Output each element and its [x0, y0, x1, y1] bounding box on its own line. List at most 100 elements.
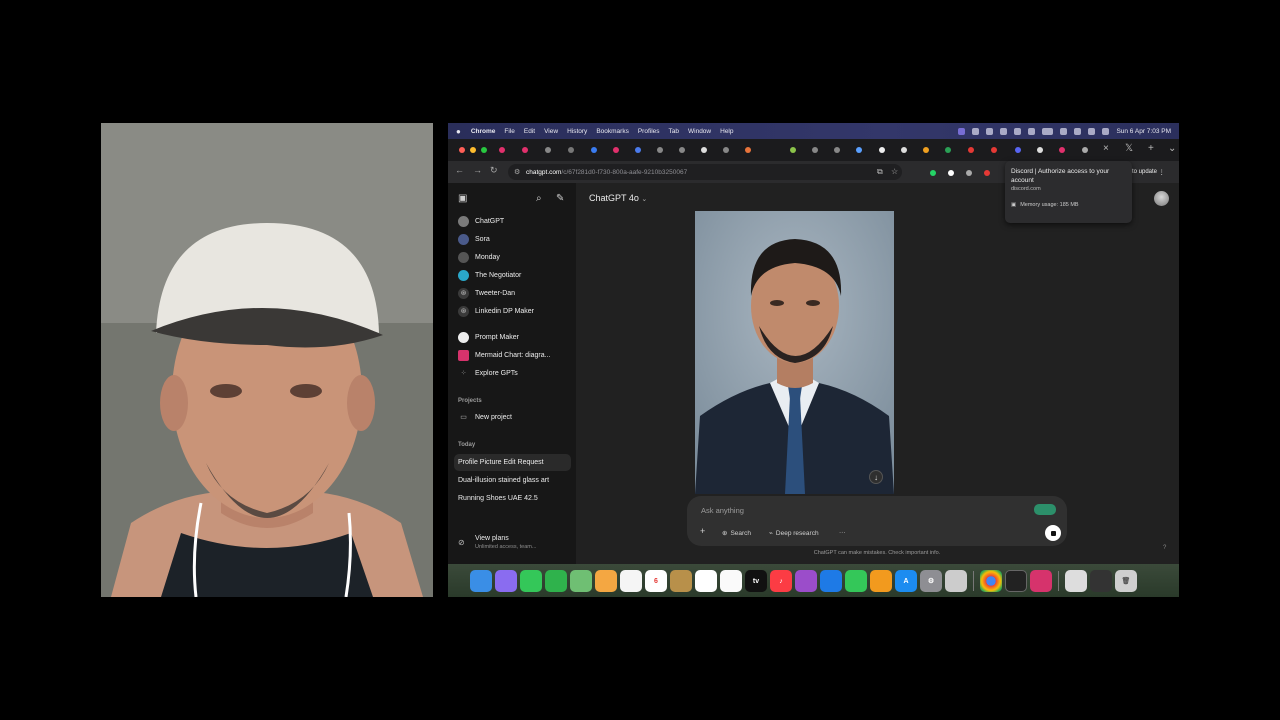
- tab-x-icon[interactable]: 𝕏: [1125, 143, 1133, 154]
- search-icon[interactable]: [1074, 127, 1082, 135]
- music-icon[interactable]: ♪: [770, 570, 792, 592]
- minimize-window-icon[interactable]: [470, 147, 476, 153]
- tab-favicon[interactable]: [568, 147, 574, 153]
- settings-icon[interactable]: ⚙: [920, 570, 942, 592]
- calendar-icon[interactable]: 6: [645, 570, 667, 592]
- app-icon[interactable]: [1030, 570, 1052, 592]
- recent-window-thumbnail[interactable]: [1090, 570, 1112, 592]
- tab-favicon-instagram[interactable]: [499, 147, 505, 153]
- sidebar-item-explore-gpts[interactable]: ⁘ Explore GPTs: [458, 365, 570, 381]
- menu-view[interactable]: View: [544, 128, 558, 135]
- apple-tv-icon[interactable]: tv: [745, 570, 767, 592]
- extension-icon[interactable]: [984, 170, 990, 176]
- menu-profiles[interactable]: Profiles: [638, 128, 660, 135]
- clock-text[interactable]: Sun 6 Apr 7:03 PM: [1116, 128, 1171, 135]
- menu-window[interactable]: Window: [688, 128, 711, 135]
- messages-icon[interactable]: [520, 570, 542, 592]
- sidebar-item-mermaid[interactable]: Mermaid Chart: diagra...: [458, 347, 570, 363]
- attach-button[interactable]: +: [700, 526, 705, 536]
- window-icon[interactable]: [1000, 127, 1008, 135]
- menu-tab[interactable]: Tab: [669, 128, 679, 135]
- menu-file[interactable]: File: [504, 128, 514, 135]
- tab-favicon[interactable]: [879, 147, 885, 153]
- view-plans-button[interactable]: ⊘ View plans Unlimited access, team...: [458, 535, 536, 550]
- deep-research-button[interactable]: ⌁ Deep research: [769, 529, 819, 538]
- tab-favicon-instagram[interactable]: [613, 147, 619, 153]
- tab-favicon[interactable]: [745, 147, 751, 153]
- trash-icon[interactable]: 🗑: [1115, 570, 1137, 592]
- battery-icon[interactable]: [1042, 127, 1054, 135]
- tab-favicon[interactable]: [591, 147, 597, 153]
- menu-bookmarks[interactable]: Bookmarks: [596, 128, 629, 135]
- menu-help[interactable]: Help: [720, 128, 733, 135]
- keynote-icon[interactable]: [820, 570, 842, 592]
- app-store-icon[interactable]: A: [895, 570, 917, 592]
- chrome-icon[interactable]: [980, 570, 1002, 592]
- close-window-icon[interactable]: [459, 147, 465, 153]
- chat-item[interactable]: Dual-illusion stained glass art: [454, 472, 571, 489]
- menu-chrome[interactable]: Chrome: [471, 128, 496, 135]
- sidebar-item-linkedin-dp[interactable]: ⊛ Linkedin DP Maker: [458, 303, 570, 319]
- freeform-icon[interactable]: [720, 570, 742, 592]
- tab-favicon[interactable]: [790, 147, 796, 153]
- podcasts-icon[interactable]: [795, 570, 817, 592]
- numbers-icon[interactable]: [845, 570, 867, 592]
- back-icon[interactable]: ←: [455, 165, 464, 175]
- search-chats-icon[interactable]: ⌕: [536, 193, 542, 204]
- cloud-icon[interactable]: [972, 127, 980, 135]
- apple-icon[interactable]: ●: [456, 127, 461, 136]
- extension-icon[interactable]: [948, 170, 954, 176]
- scroll-down-button[interactable]: ↓: [869, 470, 883, 484]
- help-button[interactable]: ?: [1163, 545, 1166, 551]
- extension-icon[interactable]: [966, 170, 972, 176]
- tab-favicon[interactable]: [834, 147, 840, 153]
- more-tools-button[interactable]: ···: [839, 529, 846, 536]
- tab-favicon[interactable]: [945, 147, 951, 153]
- flame-icon[interactable]: [1014, 127, 1022, 135]
- tab-favicon[interactable]: [923, 147, 929, 153]
- tab-favicon-discord[interactable]: [1015, 147, 1021, 153]
- model-selector[interactable]: ChatGPT 4o ⌄: [589, 193, 647, 203]
- tab-favicon[interactable]: [1082, 147, 1088, 153]
- toggle-sidebar-icon[interactable]: ▣: [458, 193, 467, 204]
- tab-favicon[interactable]: [635, 147, 641, 153]
- tab-favicon[interactable]: [901, 147, 907, 153]
- facetime-icon[interactable]: [545, 570, 567, 592]
- tab-favicon-openai[interactable]: [723, 147, 729, 153]
- tab-favicon[interactable]: [1037, 147, 1043, 153]
- new-tab-icon[interactable]: +: [1148, 143, 1154, 154]
- tab-favicon[interactable]: [856, 147, 862, 153]
- bookmark-star-icon[interactable]: ☆: [891, 167, 898, 176]
- forward-icon[interactable]: →: [473, 165, 482, 175]
- reminders-icon[interactable]: [695, 570, 717, 592]
- tab-favicon-openai[interactable]: [657, 147, 663, 153]
- zoom-window-icon[interactable]: [481, 147, 487, 153]
- sidebar-item-chatgpt[interactable]: ChatGPT: [458, 213, 570, 229]
- finder-icon[interactable]: [470, 570, 492, 592]
- screen-record-icon[interactable]: [958, 127, 966, 135]
- control-center-icon[interactable]: [1088, 127, 1096, 135]
- notes-icon[interactable]: [620, 570, 642, 592]
- update-button[interactable]: to update ⋮: [1132, 166, 1165, 178]
- siri-icon[interactable]: [1102, 127, 1110, 135]
- app-icon[interactable]: [670, 570, 692, 592]
- extension-icon[interactable]: [930, 170, 936, 176]
- grammarly-icon[interactable]: [1034, 504, 1056, 515]
- sidebar-item-prompt-maker[interactable]: Prompt Maker: [458, 329, 570, 345]
- pages-icon[interactable]: [870, 570, 892, 592]
- new-chat-icon[interactable]: ✎: [556, 193, 564, 204]
- recent-window-thumbnail[interactable]: [1065, 570, 1087, 592]
- new-project-item[interactable]: ▭ New project: [458, 409, 570, 425]
- tab-favicon[interactable]: [968, 147, 974, 153]
- site-info-icon[interactable]: ⚙: [514, 168, 520, 176]
- open-in-app-icon[interactable]: ⧉: [877, 167, 883, 177]
- app-status-icon[interactable]: [986, 127, 994, 135]
- wifi-icon[interactable]: [1060, 127, 1068, 135]
- tab-favicon-openai[interactable]: [679, 147, 685, 153]
- reload-icon[interactable]: ↻: [490, 165, 498, 176]
- tab-favicon-youtube[interactable]: [991, 147, 997, 153]
- photos-icon[interactable]: [595, 570, 617, 592]
- tab-search-icon[interactable]: ⌄: [1168, 143, 1176, 154]
- tab-favicon[interactable]: [701, 147, 707, 153]
- sidebar-item-negotiator[interactable]: The Negotiator: [458, 267, 570, 283]
